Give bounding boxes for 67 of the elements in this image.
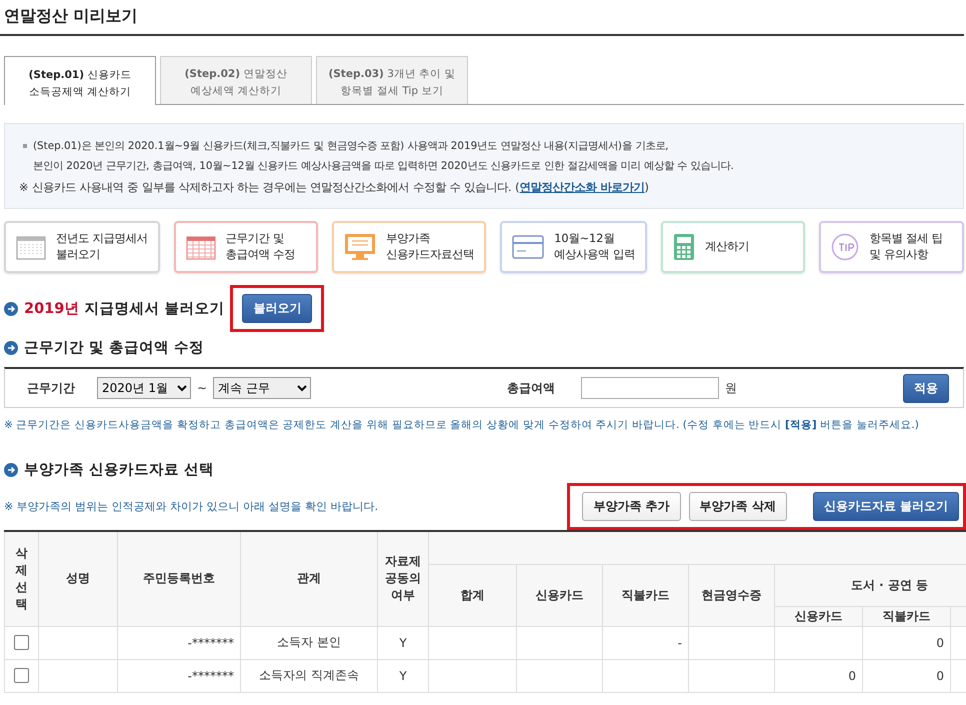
- dependents-note: ※ 부양가족의 범위는 인적공제와 차이가 있으니 아래 설명을 확인 바랍니다.: [4, 499, 380, 514]
- column-header: 합계: [428, 564, 516, 626]
- step-tab[interactable]: (Step.02) 연말정산 예상세액 계산하기: [160, 56, 312, 104]
- page-title: 연말정산 미리보기: [3, 5, 139, 27]
- table-cell: -: [602, 626, 688, 659]
- step-card[interactable]: 근무기간 및 총급여액 수정: [174, 221, 318, 273]
- table-cell: 소득자의 직계존속: [240, 659, 378, 692]
- step-label: 항목별 절세 팁 및 유의사항: [869, 231, 943, 263]
- step-card[interactable]: 계산하기: [660, 221, 806, 273]
- table-cell: 소득자 본인: [240, 626, 378, 659]
- calendar-icon: [16, 234, 46, 260]
- period-label: 근무기간: [27, 380, 75, 396]
- table-cell: Y: [378, 659, 428, 692]
- column-header: 직불카드: [862, 606, 950, 626]
- column-header: 현금영수증: [688, 564, 774, 626]
- column-header: 관계: [240, 531, 378, 626]
- column-header: 자료제공동의여부: [378, 531, 428, 626]
- period-note: ※ 근무기간은 신용카드사용금액을 확정하고 총급여액은 공제한도 계산을 위해 필요하므로 올해의 상황에 맞게 수정하여 주시기 바랍니다. (수정 후에는 반드시 [적용] 버튼을 눌러주세요.): [4, 418, 920, 432]
- row-checkbox[interactable]: [14, 635, 29, 650]
- tip-icon: [831, 233, 860, 261]
- step-tab[interactable]: (Step.03) 3개년 추이 및 항목별 절세 Tip 보기: [316, 56, 468, 104]
- step-card[interactable]: 전년도 지급명세서 불러오기: [4, 221, 160, 273]
- step-label: 부양가족 신용카드자료선택: [386, 231, 474, 263]
- end-select[interactable]: 계속 근무: [213, 377, 312, 399]
- step-tab[interactable]: (Step.01) 신용카드 소득공제액 계산하기: [4, 56, 156, 105]
- load-button[interactable]: 불러오기: [242, 294, 312, 323]
- dependent-button[interactable]: 부양가족 추가: [582, 492, 681, 521]
- info-text: (Step.01)은 본인의 2020.1월~9월 신용카드(체크,직불카드 및 현금영수증 포함) 사용액과 2019년도 연말정산 내용(지급명세서)을 기초로, 본인이 2020년 근무기간, 총급여액, 10월~12월 신용카드 예상사용금액을 따로 입력하면 2020년도 신용카드로 인한 절감세액을 미리 예상할 수 있습니다.: [33, 136, 953, 176]
- table-cell: 0: [862, 626, 950, 659]
- column-header: 주민등록번호: [118, 531, 240, 626]
- column-header: 성명: [38, 531, 118, 626]
- info-note: ※ 신용카드 사용내역 중 일부를 삭제하고자 하는 경우에는 연말정산간소화에서 수정할 수 있습니다. (연말정산간소화 바로가기): [19, 180, 650, 196]
- section-title: 부양가족 신용카드자료 선택: [24, 461, 214, 479]
- tilde-text: ~: [197, 381, 208, 395]
- column-header: 신용카드: [516, 564, 602, 626]
- table-cell: 0: [774, 659, 862, 692]
- table-cell: 0: [862, 659, 950, 692]
- shortcut-link[interactable]: 연말정산간소화 바로가기: [520, 181, 644, 194]
- monitor-icon: [344, 233, 376, 261]
- step-label: 10월~12월 예상사용액 입력: [554, 231, 635, 263]
- column-header: 삭제선택: [4, 531, 38, 626]
- column-header: 신용카드: [774, 606, 862, 626]
- calculator-icon: [672, 233, 695, 261]
- section-title: 근무기간 및 총급여액 수정: [24, 339, 204, 357]
- table-cell: -*******: [118, 626, 240, 659]
- step-card[interactable]: 10월~12월 예상사용액 입력: [500, 221, 647, 273]
- table-cell: -*******: [118, 659, 240, 692]
- salary-label: 총급여액: [507, 380, 556, 396]
- bullet-icon: [23, 144, 27, 148]
- column-header: 도서 · 공연 등: [774, 564, 966, 606]
- row-checkbox[interactable]: [14, 668, 29, 684]
- start-select[interactable]: 2020년 1월: [97, 377, 191, 399]
- step-card[interactable]: 항목별 절세 팁 및 유의사항: [819, 221, 964, 273]
- table-cell: Y: [378, 626, 428, 659]
- step-label: 근무기간 및 총급여액 수정: [226, 231, 296, 263]
- column-header: 직불카드: [602, 564, 688, 626]
- dependent-button[interactable]: 부양가족 삭제: [688, 492, 787, 521]
- unit-text: 원: [725, 380, 738, 396]
- step-card[interactable]: 부양가족 신용카드자료선택: [332, 221, 486, 273]
- load-card-button[interactable]: 신용카드자료 불러오기: [812, 492, 959, 521]
- step-label: 계산하기: [704, 239, 749, 255]
- section-title: 2019년 지급명세서 불러오기: [24, 300, 224, 318]
- card-icon: [512, 235, 544, 259]
- apply-button[interactable]: 적용: [903, 374, 949, 402]
- step-label: 전년도 지급명세서 불러오기: [56, 231, 148, 263]
- calendar-icon: [186, 234, 216, 260]
- salary-input[interactable]: [581, 377, 720, 399]
